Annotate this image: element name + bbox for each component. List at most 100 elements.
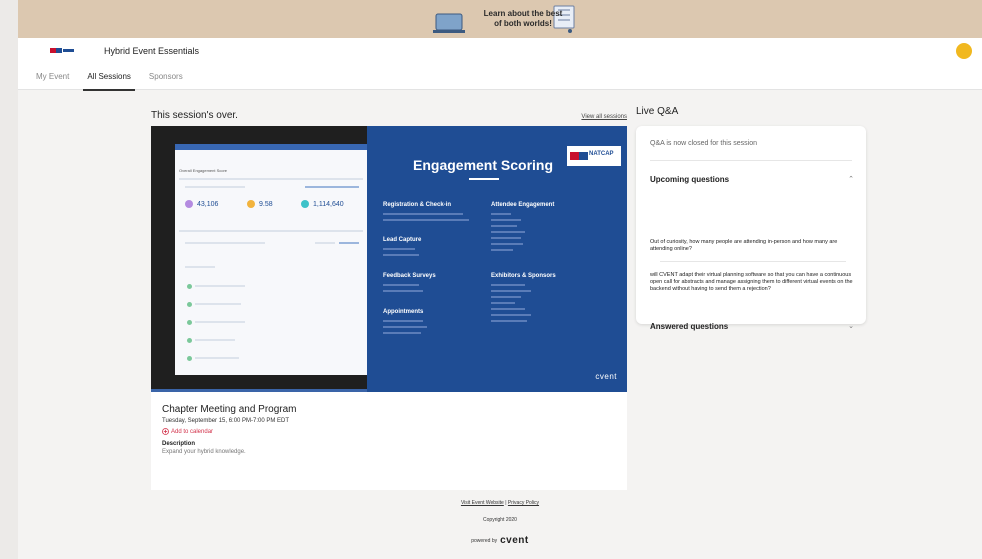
qa-title: Live Q&A <box>636 106 679 117</box>
session-details: Chapter Meeting and Program Tuesday, Sep… <box>151 392 627 490</box>
powered-by-label: powered by <box>471 537 498 544</box>
slide-subline <box>491 237 521 239</box>
cvent-logo[interactable]: cvent <box>500 535 529 546</box>
dashboard-divider <box>179 230 363 232</box>
promo-banner[interactable]: Learn about the best of both worlds! <box>18 0 982 38</box>
question-item: will CVENT adapt their virtual planning … <box>650 272 853 292</box>
stat-dot <box>185 200 193 208</box>
tab-my-event[interactable]: My Event <box>32 72 73 91</box>
banner-line-1: Learn about the best <box>483 9 563 18</box>
divider <box>650 160 852 161</box>
natcap-flag-icon <box>570 152 588 160</box>
slide-subline <box>491 314 531 316</box>
tab-all-sessions[interactable]: All Sessions <box>83 72 135 91</box>
slide-subline <box>383 290 423 292</box>
dashboard-line <box>195 339 235 341</box>
description-text: Expand your hybrid knowledge. <box>162 449 246 455</box>
dashboard-line <box>185 242 265 244</box>
slide-subline <box>491 249 513 251</box>
slide-category: Appointments <box>383 309 424 315</box>
slide-subline <box>383 332 421 334</box>
chevron-up-icon[interactable]: ⌃ <box>848 175 854 183</box>
slide-subline <box>491 308 525 310</box>
view-all-sessions-link[interactable]: View all sessions <box>581 114 627 120</box>
slide-subline <box>491 302 515 304</box>
slide-subline <box>491 296 521 298</box>
dashboard-line <box>195 321 245 323</box>
dashboard-line <box>185 266 215 268</box>
banner-line-2: of both worlds! <box>494 19 552 28</box>
slide-subline <box>383 248 415 250</box>
stat-dot <box>247 200 255 208</box>
slide-title-underline <box>469 178 499 180</box>
chevron-down-icon[interactable]: ⌄ <box>848 322 854 330</box>
dashboard-divider <box>179 178 363 180</box>
slide-brand: cvent <box>595 372 617 381</box>
slide-category: Registration & Check-in <box>383 202 452 208</box>
top-bar: Hybrid Event Essentials My Event All Ses… <box>18 38 982 91</box>
dashboard-line <box>195 303 241 305</box>
slide-subline <box>491 231 525 233</box>
event-title: Hybrid Event Essentials <box>104 46 200 56</box>
description-heading: Description <box>162 441 196 447</box>
natcap-logo[interactable] <box>50 46 74 56</box>
dashboard-line <box>315 242 335 244</box>
powered-by: powered by cvent <box>18 535 982 546</box>
dashboard-line <box>195 357 239 359</box>
tab-sponsors[interactable]: Sponsors <box>145 72 187 91</box>
stat-value: 43,106 <box>197 201 219 208</box>
slide-subline <box>383 326 427 328</box>
live-qa-panel: Live Q&A Q&A is now closed for this sess… <box>636 106 866 331</box>
slide-subline <box>383 213 463 215</box>
list-dot <box>187 302 192 307</box>
list-dot <box>187 320 192 325</box>
list-dot <box>187 356 192 361</box>
answered-questions-toggle[interactable]: Answered questions <box>650 322 728 331</box>
slide-subline <box>491 243 523 245</box>
privacy-policy-link[interactable]: Privacy Policy <box>508 500 539 506</box>
page-footer: Visit Event Website | Privacy Policy Cop… <box>18 500 982 546</box>
slide-category: Exhibitors & Sponsors <box>491 273 556 279</box>
dashboard-line <box>305 186 359 188</box>
slide-category: Lead Capture <box>383 237 422 243</box>
visit-event-website-link[interactable]: Visit Event Website <box>461 500 504 506</box>
session-header: This session's over. View all sessions <box>151 110 627 126</box>
add-to-calendar-link[interactable]: Add to calendar <box>162 428 616 435</box>
slide-subline <box>491 225 517 227</box>
session-name: Chapter Meeting and Program <box>162 404 297 415</box>
qa-card: Q&A is now closed for this session Upcom… <box>636 126 866 331</box>
qa-closed-message: Q&A is now closed for this session <box>650 140 757 147</box>
slide-subline <box>383 254 419 256</box>
slide-subline <box>491 213 511 215</box>
slide-subline <box>383 284 419 286</box>
dashboard-heading: Overall Engagement Score <box>179 168 228 173</box>
banner-text: Learn about the best of both worlds! <box>473 9 573 29</box>
slide-subline <box>383 219 469 221</box>
stat-dot <box>301 200 309 208</box>
nav-tabs: My Event All Sessions Sponsors <box>32 72 187 91</box>
slide-subline <box>491 219 521 221</box>
session-time: Tuesday, September 15, 6:00 PM-7:00 PM E… <box>162 418 290 424</box>
upcoming-questions-toggle[interactable]: Upcoming questions <box>650 175 729 184</box>
slide-subline <box>383 320 423 322</box>
list-dot <box>187 284 192 289</box>
divider <box>660 261 846 262</box>
app-frame: Learn about the best of both worlds! Hyb… <box>18 0 982 559</box>
slide-subline <box>491 284 525 286</box>
slide-title: Engagement Scoring <box>413 157 554 173</box>
dashboard-line <box>195 285 245 287</box>
dashboard-line <box>339 242 359 244</box>
user-avatar[interactable] <box>956 43 972 59</box>
session-video[interactable]: Overall Engagement Score 43,106 9.58 1,1… <box>151 126 627 392</box>
dashboard-header-bar <box>175 144 367 150</box>
slide-panel: Engagement Scoring NATCAP Registration &… <box>367 126 627 392</box>
question-item: Out of curiosity, how many people are at… <box>650 239 838 252</box>
stat-value: 1,114,640 <box>313 201 344 208</box>
dashboard-line <box>185 186 245 188</box>
slide-category: Feedback Surveys <box>383 273 436 279</box>
footer-links: Visit Event Website | Privacy Policy <box>18 500 982 506</box>
copyright-text: Copyright 2020 <box>483 517 517 523</box>
footer-separator: | <box>505 500 507 506</box>
add-to-calendar-label: Add to calendar <box>171 428 214 435</box>
list-dot <box>187 338 192 343</box>
